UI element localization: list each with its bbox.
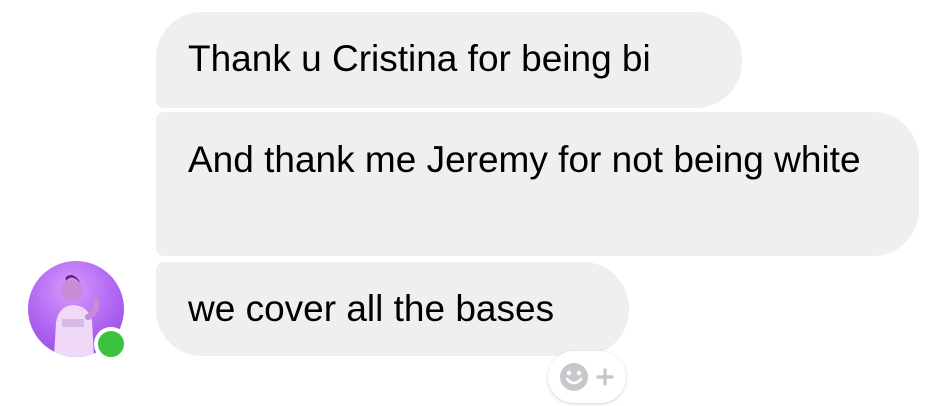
online-status-dot: [94, 327, 128, 361]
message-bubble-1[interactable]: Thank u Cristina for being bi: [156, 12, 742, 108]
message-text: Thank u Cristina for being bi: [188, 38, 651, 79]
message-bubble-2[interactable]: And thank me Jeremy for not being white: [156, 112, 919, 256]
add-reaction-button[interactable]: [548, 351, 626, 403]
message-bubble-3[interactable]: we cover all the bases: [156, 262, 629, 356]
smiley-plus-icon: [560, 363, 614, 391]
message-text: And thank me Jeremy for not being white: [188, 139, 861, 180]
message-text: we cover all the bases: [188, 288, 555, 329]
